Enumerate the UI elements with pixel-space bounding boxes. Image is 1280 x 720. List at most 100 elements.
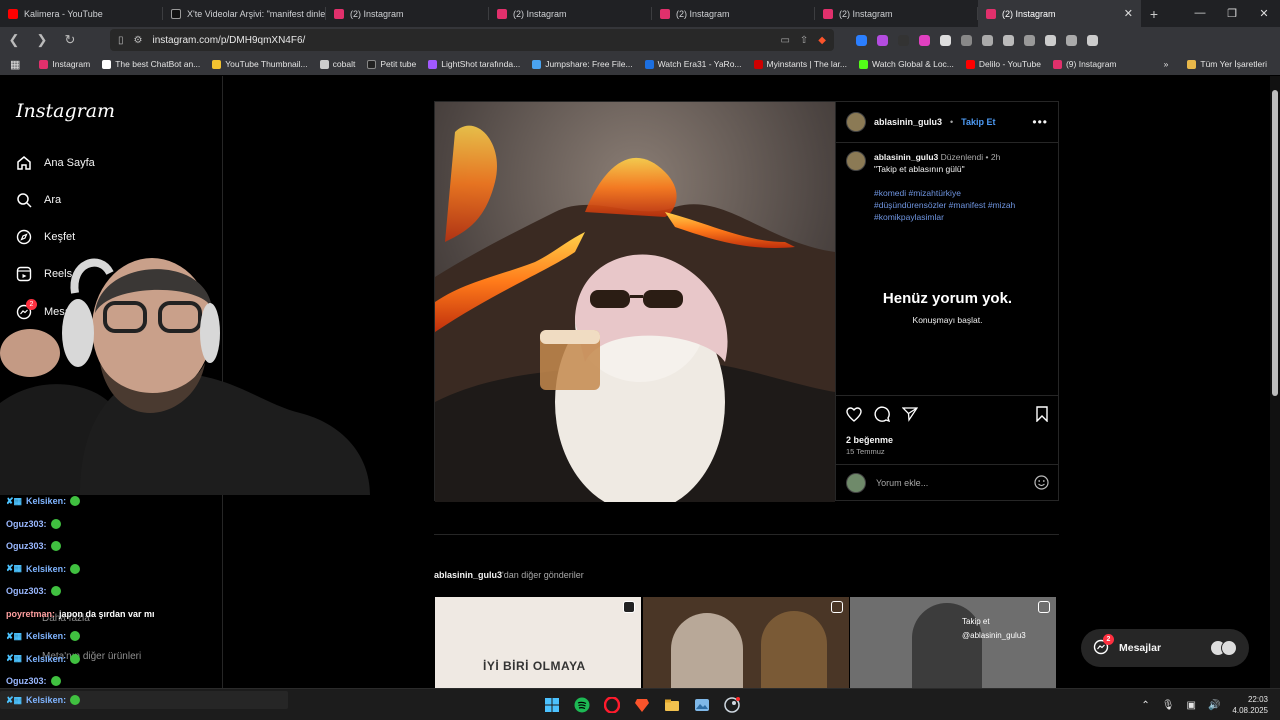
instagram-icon: [660, 8, 670, 19]
screen-icon[interactable]: ▭: [780, 35, 789, 46]
menu-icon[interactable]: [1087, 34, 1098, 46]
extension-icon[interactable]: [940, 34, 951, 46]
tab-0[interactable]: Kalimera - YouTube: [0, 0, 163, 27]
more-posts-username[interactable]: ablasinin_gulu3: [434, 570, 502, 580]
sidebar-icon[interactable]: [1024, 34, 1035, 46]
sidebar-item-search[interactable]: Ara: [16, 192, 61, 208]
bookmark-item[interactable]: Delilo - YouTube: [963, 59, 1044, 69]
bookmark-item[interactable]: Myinstants | The lar...: [751, 59, 850, 69]
windows-start-icon[interactable]: [542, 695, 562, 715]
divider: [434, 534, 1059, 535]
emote-icon: [70, 496, 81, 507]
grid-post-3[interactable]: Takip et @ablasinin_gulu3: [850, 597, 1056, 688]
extension-icon[interactable]: [982, 34, 993, 46]
webcam-overlay: [0, 253, 370, 495]
bookmark-item[interactable]: Watch Global & Loc...: [856, 59, 957, 69]
more-options-icon[interactable]: •••: [1032, 115, 1048, 129]
steam-icon[interactable]: [722, 695, 742, 715]
forward-icon[interactable]: ❯: [34, 32, 50, 48]
grid-post-2[interactable]: [643, 597, 849, 688]
post-username[interactable]: ablasinin_gulu3: [874, 117, 942, 127]
instagram-icon: [497, 8, 507, 19]
microphone-icon[interactable]: 🎙: [1162, 700, 1175, 711]
tray-overflow-icon[interactable]: ⌃: [1141, 700, 1149, 711]
hashtags[interactable]: #düşündürensözler #manifest #mizah: [874, 199, 1015, 211]
brave-shield-icon[interactable]: ◆: [818, 35, 826, 46]
opera-icon[interactable]: [602, 695, 622, 715]
tab-5[interactable]: (2) Instagram: [815, 0, 978, 27]
follow-button[interactable]: Takip Et: [961, 117, 995, 127]
like-heart-icon[interactable]: [846, 406, 862, 427]
bookmark-item[interactable]: cobalt: [317, 59, 359, 69]
share-icon[interactable]: ⇧: [800, 35, 808, 46]
chat-message: ✘▦ Kelsiken:: [6, 648, 226, 671]
bookmark-item[interactable]: The best ChatBot an...: [99, 59, 203, 69]
tab-2[interactable]: (2) Instagram: [326, 0, 489, 27]
file-explorer-icon[interactable]: [662, 695, 682, 715]
more-bookmarks-icon[interactable]: »: [1164, 59, 1169, 69]
scrollbar[interactable]: [1270, 76, 1280, 688]
bookmark-item[interactable]: Petit tube: [364, 59, 419, 69]
vpn-icon[interactable]: [1066, 34, 1077, 46]
network-icon[interactable]: ▣: [1187, 700, 1196, 711]
extension-icon[interactable]: [919, 34, 930, 46]
save-bookmark-icon[interactable]: [1035, 406, 1049, 427]
tab-3[interactable]: (2) Instagram: [489, 0, 652, 27]
minimize-icon[interactable]: —: [1184, 7, 1216, 20]
maximize-icon[interactable]: ❐: [1216, 7, 1248, 20]
share-send-icon[interactable]: [901, 406, 919, 427]
comment-bar: Yorum ekle...: [836, 464, 1059, 501]
bookmark-item[interactable]: (9) Instagram: [1050, 59, 1120, 69]
extension-icon[interactable]: [877, 34, 888, 46]
emoji-icon[interactable]: [1034, 474, 1049, 492]
extension-icon[interactable]: [856, 34, 867, 46]
bookmark-item[interactable]: Instagram: [36, 59, 93, 69]
volume-icon[interactable]: 🔊: [1208, 700, 1220, 711]
brave-icon[interactable]: [632, 695, 652, 715]
puzzle-icon[interactable]: [1003, 34, 1014, 46]
comment-input[interactable]: Yorum ekle...: [876, 478, 928, 488]
url-field[interactable]: ▯ ⚙ instagram.com/p/DMH9qmXN4F6/ ▭ ⇧ ◆: [110, 29, 834, 51]
all-bookmarks-folder[interactable]: Tüm Yer İşaretleri: [1184, 59, 1270, 69]
bookmark-item[interactable]: Jumpshare: Free File...: [529, 59, 635, 69]
reload-icon[interactable]: ↻: [62, 32, 78, 48]
bookmark-item[interactable]: LightShot tarafında...: [425, 59, 523, 69]
chat-message: Oguz303:: [6, 513, 226, 536]
tab-4[interactable]: (2) Instagram: [652, 0, 815, 27]
music-icon[interactable]: [1045, 34, 1056, 46]
address-bar-row: ❮ ❯ ↻ ▯ ⚙ instagram.com/p/DMH9qmXN4F6/ ▭…: [0, 27, 1280, 53]
site-info-icon[interactable]: ⚙: [134, 35, 143, 46]
bookmark-item[interactable]: Watch Era31 - YaRo...: [642, 59, 745, 69]
spotify-icon[interactable]: [572, 695, 592, 715]
back-icon[interactable]: ❮: [6, 32, 22, 48]
clock[interactable]: 22:03 4.08.2025: [1232, 694, 1268, 716]
new-tab-button[interactable]: +: [1141, 6, 1167, 22]
sidebar-item-explore[interactable]: Keşfet: [16, 229, 75, 245]
avatar[interactable]: [846, 112, 866, 132]
avatar[interactable]: [846, 151, 866, 171]
tab-6-active[interactable]: (2) Instagram ✕: [978, 0, 1141, 27]
extension-icon[interactable]: [961, 34, 972, 46]
extension-icon[interactable]: [898, 34, 909, 46]
sidebar-item-home[interactable]: Ana Sayfa: [16, 155, 95, 171]
grid-post-1[interactable]: İYİ BİRİ OLMAYA: [435, 597, 641, 688]
photos-icon[interactable]: [692, 695, 712, 715]
post-image[interactable]: [435, 102, 835, 502]
messages-pill[interactable]: 2 Mesajlar: [1081, 629, 1249, 667]
close-tab-icon[interactable]: ✕: [1124, 7, 1133, 20]
bookmark-page-icon[interactable]: ▯: [118, 35, 124, 46]
comment-icon[interactable]: [874, 406, 891, 427]
window-close-icon[interactable]: ✕: [1248, 7, 1280, 20]
instagram-logo[interactable]: Instagram: [16, 100, 115, 122]
hashtags[interactable]: #komikpaylasimlar: [874, 211, 1015, 223]
hashtags[interactable]: #komedi #mizahtürkiye: [874, 187, 1015, 199]
mod-badge-icon: ✘▦: [6, 694, 23, 705]
mod-badge-icon: ✘▦: [6, 563, 23, 574]
tab-1[interactable]: X'te Videolar Arşivi: "manifest dinley: [163, 0, 326, 27]
caption-username[interactable]: ablasinin_gulu3: [874, 152, 938, 162]
likes-count[interactable]: 2 beğenme: [836, 427, 1059, 445]
bookmark-item[interactable]: YouTube Thumbnail...: [209, 59, 310, 69]
taskbar: ✘▦ Kelsiken: ⌃ 🎙 ▣ 🔊 22:03 4.08.2025: [0, 688, 1280, 720]
apps-grid-icon[interactable]: ▦: [10, 58, 20, 71]
clock-time: 22:03: [1247, 695, 1268, 704]
